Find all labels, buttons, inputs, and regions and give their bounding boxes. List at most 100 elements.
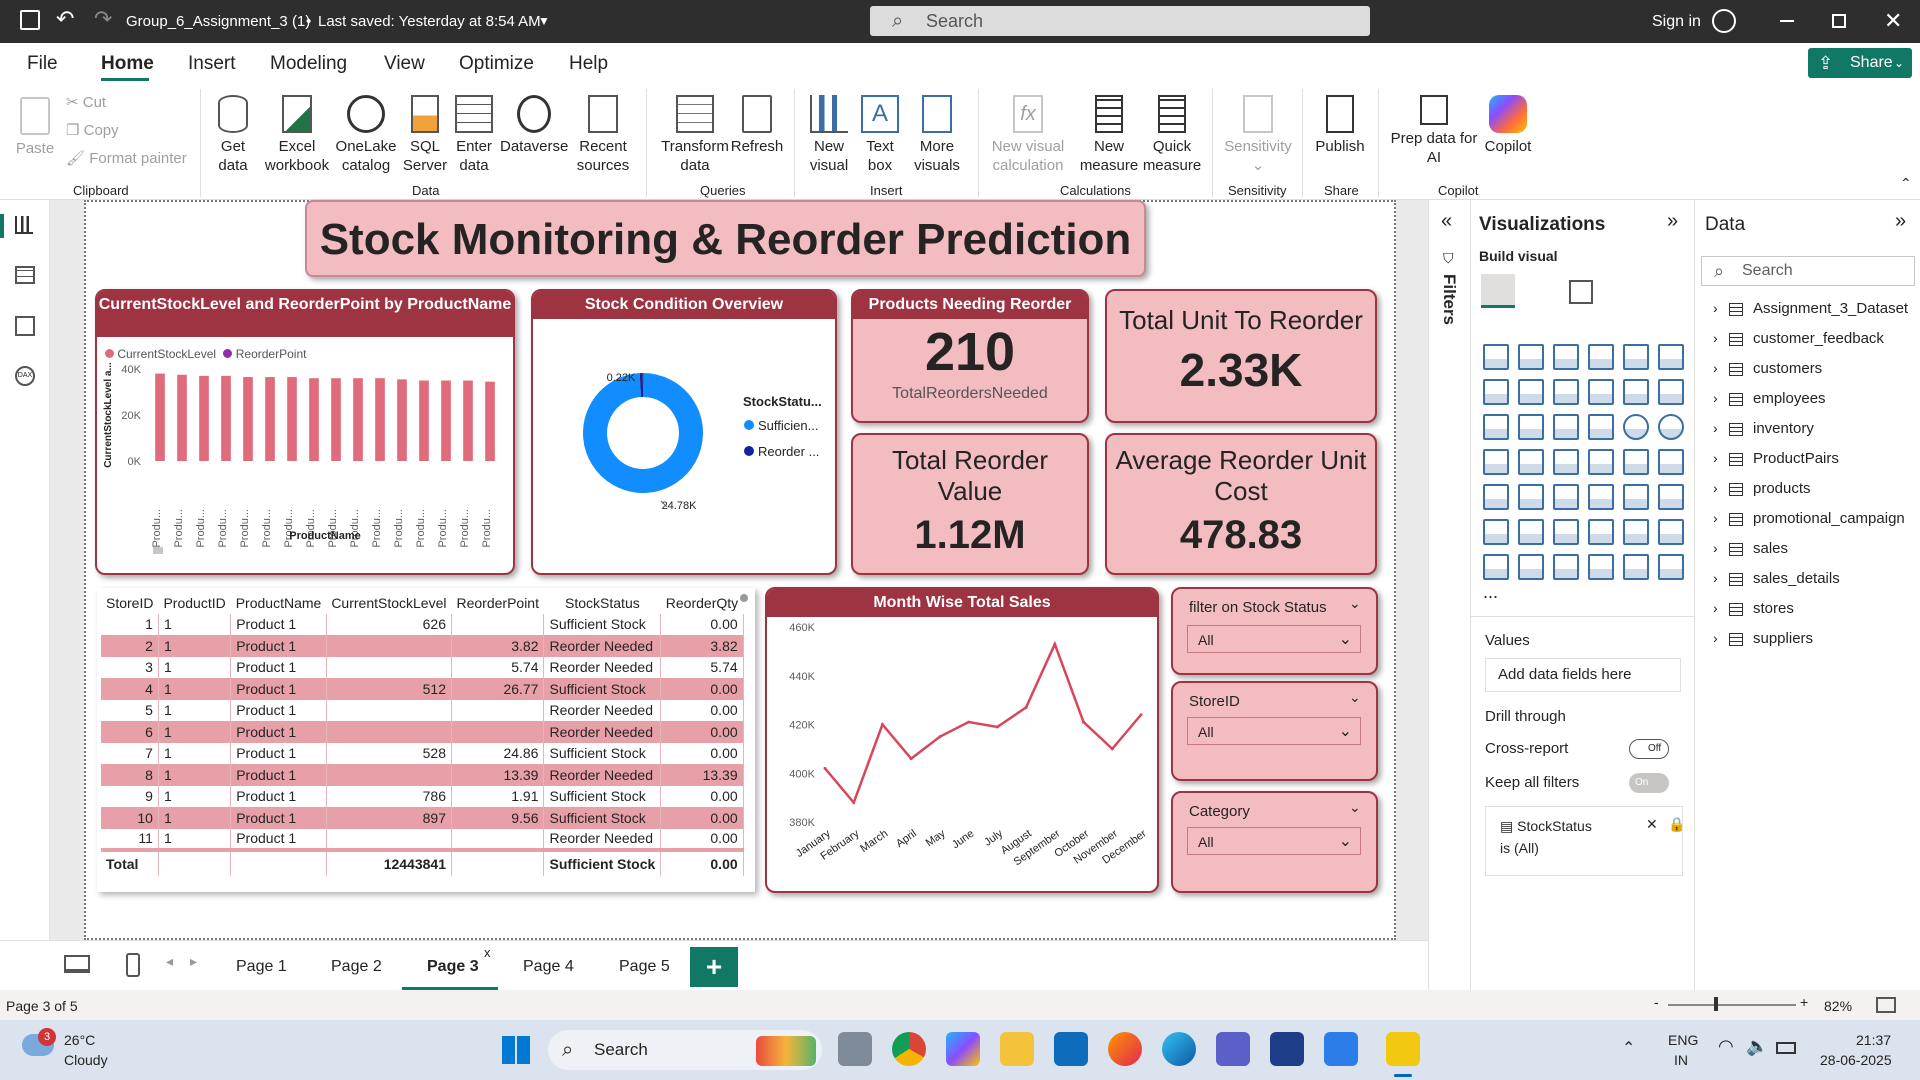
viz-type-r-visual-icon[interactable]	[1588, 484, 1614, 510]
enter-data-button[interactable]: Enter data	[452, 95, 496, 175]
text-box-button[interactable]: A Text box	[858, 95, 902, 175]
account-icon[interactable]	[1712, 9, 1736, 33]
sensitivity-button[interactable]: Sensitivity ⌄	[1218, 95, 1298, 175]
slicer-category[interactable]: Category ⌄ All ⌄	[1171, 791, 1378, 893]
undo-icon[interactable]: ↶	[56, 6, 74, 32]
kpi-products-needing-reorder[interactable]: Products Needing Reorder 210 TotalReorde…	[851, 289, 1089, 423]
excel-workbook-button[interactable]: Excel workbook	[262, 95, 332, 175]
data-table-item[interactable]: Assignment_3_Dataset	[1753, 300, 1908, 317]
viz-type-matrix-icon[interactable]	[1553, 484, 1579, 510]
next-page-icon[interactable]: ▸	[190, 953, 197, 970]
slicer-stock-status-dropdown[interactable]: All ⌄	[1187, 625, 1361, 653]
viz-type-pie-icon[interactable]	[1588, 414, 1614, 440]
viz-type-line-icon[interactable]	[1483, 379, 1509, 405]
clock-date[interactable]: 28-06-2025	[1820, 1052, 1892, 1068]
column-header[interactable]: ProductName	[231, 592, 327, 614]
chrome-icon[interactable]	[892, 1032, 926, 1066]
data-table-item[interactable]: customer_feedback	[1753, 330, 1884, 347]
transform-data-button[interactable]: Transform data	[658, 95, 732, 175]
bar-chart-visual[interactable]: CurrentStockLevel and ReorderPoint by Pr…	[95, 289, 515, 575]
data-table-item[interactable]: customers	[1753, 360, 1822, 377]
more-visuals-button[interactable]: More visuals	[906, 95, 968, 175]
notepad-icon[interactable]	[1324, 1032, 1358, 1066]
viz-type-key-influencers-icon[interactable]	[1658, 484, 1684, 510]
viz-type-stacked-column-icon[interactable]	[1518, 344, 1544, 370]
mobile-layout-icon[interactable]	[126, 953, 140, 977]
zoom-in-icon[interactable]: +	[1800, 994, 1808, 1010]
viz-type-scatter-icon[interactable]	[1553, 414, 1579, 440]
table-row[interactable]: 11 1 Product 1 Reorder Needed 0.00	[101, 828, 744, 850]
viz-type-shape-map-icon[interactable]	[1623, 554, 1649, 580]
viz-type-ribbon-icon[interactable]	[1658, 379, 1684, 405]
add-page-button[interactable]: +	[690, 947, 738, 987]
slicer-stock-status[interactable]: filter on Stock Status ⌄ All ⌄	[1171, 587, 1378, 675]
new-visual-button[interactable]: New visual	[806, 95, 852, 175]
remove-filter-icon[interactable]: ✕	[1646, 813, 1658, 835]
sql-server-button[interactable]: SQL Server	[402, 95, 448, 175]
meta-app-icon[interactable]	[1270, 1032, 1304, 1066]
expand-table-chevron-icon[interactable]: ›	[1713, 420, 1718, 436]
viz-type-100-area-icon[interactable]	[1588, 379, 1614, 405]
report-title-box[interactable]: Stock Monitoring & Reorder Prediction	[305, 200, 1146, 277]
menu-file[interactable]: File	[27, 53, 58, 75]
viz-type-area-icon[interactable]	[1518, 379, 1544, 405]
zoom-level[interactable]: 82%	[1824, 998, 1852, 1014]
publish-button[interactable]: Publish	[1310, 95, 1370, 156]
viz-type-power-apps-icon[interactable]	[1518, 554, 1544, 580]
column-header[interactable]: CurrentStockLevel	[326, 592, 451, 614]
data-table-item[interactable]: stores	[1753, 600, 1794, 617]
viz-type-power-automate-icon[interactable]	[1553, 554, 1579, 580]
quick-measure-button[interactable]: Quick measure	[1142, 95, 1202, 175]
viz-type-narrative-icon[interactable]	[1553, 519, 1579, 545]
viz-type-donut-icon[interactable]	[1623, 414, 1649, 440]
expand-table-chevron-icon[interactable]: ›	[1713, 480, 1718, 496]
prep-data-ai-button[interactable]: Prep data for AI	[1386, 95, 1482, 167]
close-icon[interactable]: ✕	[1884, 8, 1902, 34]
data-table-item[interactable]: products	[1753, 480, 1811, 497]
file-explorer-icon[interactable]	[1000, 1032, 1034, 1066]
power-bi-icon[interactable]	[1386, 1032, 1420, 1066]
column-header[interactable]: StoreID	[101, 592, 158, 614]
table-row[interactable]: 1 1 Product 1 626 Sufficient Stock 0.00	[101, 613, 744, 635]
table-row[interactable]: 8 1 Product 1 13.39 Reorder Needed 13.39	[101, 764, 744, 786]
page-tab-2[interactable]: Page 2	[331, 958, 382, 976]
desktop-layout-icon[interactable]	[64, 955, 90, 973]
get-data-button[interactable]: Get data	[208, 95, 258, 175]
close-page-icon[interactable]: x	[484, 945, 491, 960]
viz-type-qa-icon[interactable]	[1518, 519, 1544, 545]
table-row[interactable]: 10 1 Product 1 897 9.56 Sufficient Stock 0.00	[101, 807, 744, 829]
viz-type-map-icon[interactable]	[1483, 449, 1509, 475]
viz-type-azure-map-icon[interactable]	[1553, 449, 1579, 475]
lock-icon[interactable]: 🔒	[1668, 813, 1685, 835]
table-view-icon[interactable]	[15, 266, 35, 284]
collapse-data-icon[interactable]: »	[1895, 210, 1906, 233]
search-input[interactable]: ⌕ Search	[870, 6, 1370, 36]
new-visual-calculation-button[interactable]: fx New visual calculation	[986, 95, 1070, 175]
kpi-average-reorder-unit-cost[interactable]: Average Reorder Unit Cost 478.83	[1105, 433, 1377, 575]
sign-in-link[interactable]: Sign in	[1652, 0, 1701, 43]
task-view-icon[interactable]	[838, 1032, 872, 1066]
menu-optimize[interactable]: Optimize	[459, 53, 534, 75]
menu-view[interactable]: View	[384, 53, 425, 75]
slicer-category-dropdown[interactable]: All ⌄	[1187, 827, 1361, 855]
column-header[interactable]: ReorderQty	[661, 592, 743, 614]
cross-report-toggle[interactable]: Off	[1629, 739, 1669, 759]
wifi-icon[interactable]: ◠	[1718, 1036, 1734, 1057]
menu-modeling[interactable]: Modeling	[270, 53, 347, 75]
format-painter-button[interactable]: 🖌 Format painter	[66, 149, 187, 168]
zoom-slider-thumb[interactable]	[1714, 997, 1718, 1011]
new-measure-button[interactable]: New measure	[1078, 95, 1140, 175]
maximize-icon[interactable]	[1832, 14, 1846, 28]
viz-type-100-bar-icon[interactable]	[1623, 344, 1649, 370]
expand-table-chevron-icon[interactable]: ›	[1713, 570, 1718, 586]
expand-table-chevron-icon[interactable]: ›	[1713, 300, 1718, 316]
page-tab-4[interactable]: Page 4	[523, 958, 574, 976]
recent-sources-button[interactable]: Recent sources	[568, 95, 638, 175]
viz-type-clustered-bar-icon[interactable]	[1553, 344, 1579, 370]
cut-button[interactable]: ✂ Cut	[66, 93, 106, 112]
teams-icon[interactable]	[1216, 1032, 1250, 1066]
table-row[interactable]: 3 1 Product 1 5.74 Reorder Needed 5.74	[101, 656, 744, 678]
data-table-item[interactable]: sales_details	[1753, 570, 1840, 587]
data-table-item[interactable]: inventory	[1753, 420, 1814, 437]
viz-type-decomposition-icon[interactable]	[1483, 519, 1509, 545]
